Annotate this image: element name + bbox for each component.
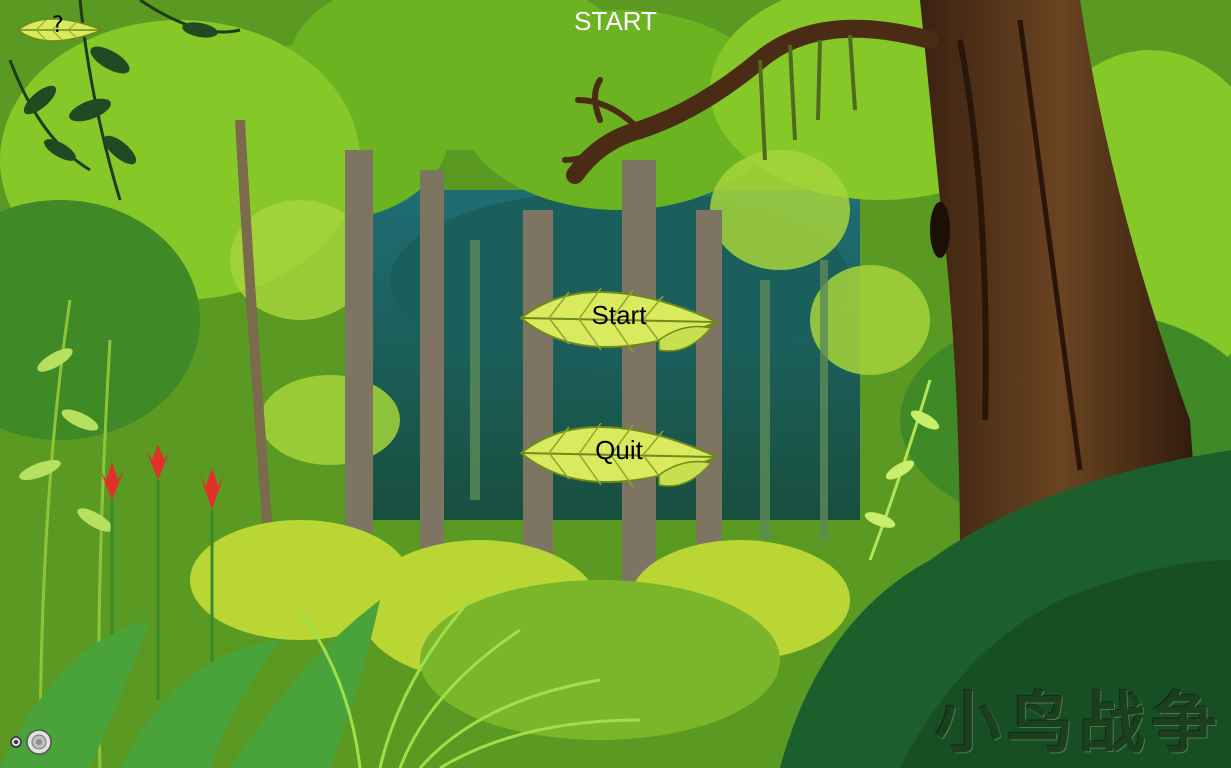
game-logo: 小鸟战争 [935,684,1223,762]
start-button[interactable]: Start [519,270,719,366]
jungle-background [0,0,1231,768]
quit-label: Quit [595,435,643,465]
help-button[interactable]: ? [16,12,104,48]
quit-button[interactable]: Quit [519,405,719,501]
sound-toggle[interactable] [8,728,56,756]
screen-title: START [574,6,657,36]
speaker-icon [10,729,52,755]
start-label: Start [591,300,647,330]
help-label: ? [52,13,64,38]
